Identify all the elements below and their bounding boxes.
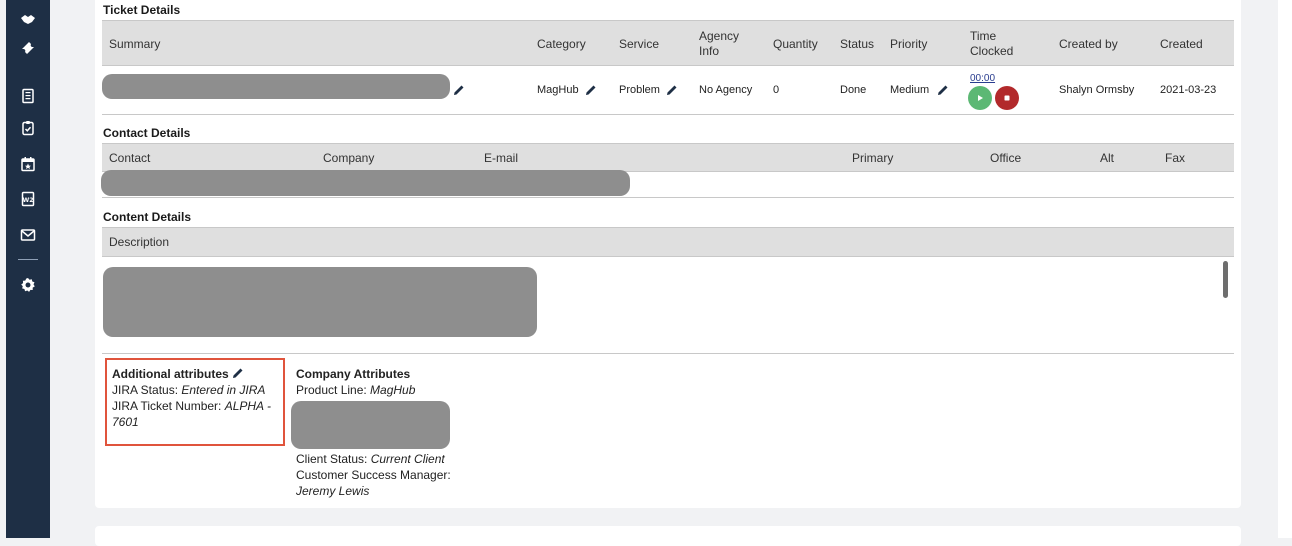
ticket-details-title: Ticket Details bbox=[103, 3, 181, 17]
content-divider bbox=[102, 353, 1234, 354]
header-quantity[interactable]: Quantity bbox=[773, 37, 818, 51]
clipboard-check-icon[interactable] bbox=[6, 116, 50, 140]
edit-additional-attributes-pencil-icon[interactable] bbox=[231, 366, 245, 380]
row-status: Done bbox=[840, 84, 867, 96]
window-edge bbox=[1278, 0, 1292, 538]
svg-text:W2: W2 bbox=[23, 197, 34, 204]
header-description: Description bbox=[109, 235, 170, 249]
ticket-icon[interactable] bbox=[6, 36, 50, 60]
jira-ticket-value-part1: ALPHA - bbox=[224, 399, 271, 413]
service-value: Problem bbox=[619, 84, 660, 96]
header-service[interactable]: Service bbox=[619, 37, 659, 51]
edit-summary-pencil-icon[interactable] bbox=[452, 83, 466, 97]
content-details-title: Content Details bbox=[103, 210, 192, 224]
header-priority[interactable]: Priority bbox=[890, 37, 927, 51]
csm-label: Customer Success Manager: bbox=[296, 468, 451, 482]
next-card bbox=[95, 526, 1241, 546]
header-summary[interactable]: Summary bbox=[109, 37, 160, 51]
row-category: MagHub bbox=[537, 84, 579, 96]
priority-value: Medium bbox=[890, 84, 930, 96]
play-timer-button[interactable] bbox=[968, 86, 992, 110]
header-created-by[interactable]: Created by bbox=[1059, 37, 1118, 51]
redacted-summary bbox=[102, 74, 450, 99]
stop-icon bbox=[1004, 95, 1010, 101]
jira-ticket-value-part2: 7601 bbox=[112, 415, 139, 429]
redacted-description bbox=[103, 267, 537, 337]
csm-value-line: Jeremy Lewis bbox=[296, 484, 369, 499]
gear-icon[interactable] bbox=[6, 273, 50, 297]
product-line-value: MagHub bbox=[370, 383, 416, 397]
row-service: Problem bbox=[619, 84, 660, 96]
row-quantity: 0 bbox=[773, 84, 780, 96]
additional-attributes-label: Additional attributes bbox=[112, 367, 229, 381]
jira-status-label: JIRA Status: bbox=[112, 383, 182, 397]
additional-attributes-title: Additional attributes bbox=[112, 367, 229, 382]
redacted-company-attribute bbox=[291, 401, 450, 449]
edit-service-pencil-icon[interactable] bbox=[665, 83, 679, 97]
header-time-line2[interactable]: Clocked bbox=[970, 44, 1013, 58]
header-status[interactable]: Status bbox=[840, 37, 874, 51]
header-time-line1[interactable]: Time bbox=[970, 29, 996, 43]
contact-row-divider bbox=[102, 197, 1234, 198]
handshake-icon[interactable] bbox=[6, 8, 50, 32]
contact-details-title: Contact Details bbox=[103, 126, 191, 140]
product-line-line: Product Line: MagHub bbox=[296, 383, 415, 398]
csm-value: Jeremy Lewis bbox=[296, 484, 370, 498]
client-status-line: Client Status: Current Client bbox=[296, 452, 445, 467]
ticket-row-divider bbox=[102, 114, 1234, 115]
header-contact[interactable]: Contact bbox=[109, 151, 150, 165]
header-primary[interactable]: Primary bbox=[852, 151, 893, 165]
jira-status-line: JIRA Status: Entered in JIRA bbox=[112, 383, 265, 398]
header-category[interactable]: Category bbox=[537, 37, 586, 51]
header-office[interactable]: Office bbox=[990, 151, 1021, 165]
jira-ticket-line: JIRA Ticket Number: ALPHA - bbox=[112, 399, 271, 414]
sidebar-divider bbox=[18, 259, 38, 260]
product-line-label: Product Line: bbox=[296, 383, 371, 397]
header-agency-line1[interactable]: Agency bbox=[699, 29, 739, 43]
sidebar: W2 bbox=[6, 0, 50, 538]
jira-status-value: Entered in JIRA bbox=[181, 383, 266, 397]
stop-timer-button[interactable] bbox=[995, 86, 1019, 110]
time-clocked-link[interactable]: 00:00 bbox=[970, 73, 995, 84]
page-background bbox=[1241, 0, 1278, 538]
row-agency-info: No Agency bbox=[699, 84, 753, 96]
calendar-star-icon[interactable] bbox=[6, 152, 50, 176]
description-header-bar bbox=[102, 227, 1234, 257]
jira-ticket-line-2: 7601 bbox=[112, 415, 139, 430]
header-company[interactable]: Company bbox=[323, 151, 374, 165]
row-created: 2021-03-23 bbox=[1160, 84, 1217, 96]
description-scrollbar[interactable] bbox=[1223, 261, 1228, 298]
client-status-value: Current Client bbox=[370, 452, 445, 466]
row-created-by: Shalyn Ormsby bbox=[1059, 84, 1135, 96]
edit-category-pencil-icon[interactable] bbox=[584, 83, 598, 97]
redacted-contact-row bbox=[101, 170, 630, 196]
client-status-label: Client Status: bbox=[296, 452, 371, 466]
header-created[interactable]: Created bbox=[1160, 37, 1203, 51]
header-fax[interactable]: Fax bbox=[1165, 151, 1185, 165]
invoice-icon[interactable] bbox=[6, 84, 50, 108]
edit-priority-pencil-icon[interactable] bbox=[936, 83, 950, 97]
contact-table-header bbox=[102, 143, 1234, 172]
row-priority: Medium bbox=[890, 84, 929, 96]
header-agency-line2[interactable]: Info bbox=[699, 44, 719, 58]
category-value: MagHub bbox=[537, 84, 579, 96]
company-attributes-title: Company Attributes bbox=[296, 367, 411, 381]
play-icon bbox=[978, 95, 983, 101]
jira-ticket-label: JIRA Ticket Number: bbox=[112, 399, 225, 413]
header-alt[interactable]: Alt bbox=[1100, 151, 1114, 165]
w2-form-icon[interactable]: W2 bbox=[6, 187, 50, 211]
header-email[interactable]: E-mail bbox=[484, 151, 518, 165]
mail-icon[interactable] bbox=[6, 223, 50, 247]
